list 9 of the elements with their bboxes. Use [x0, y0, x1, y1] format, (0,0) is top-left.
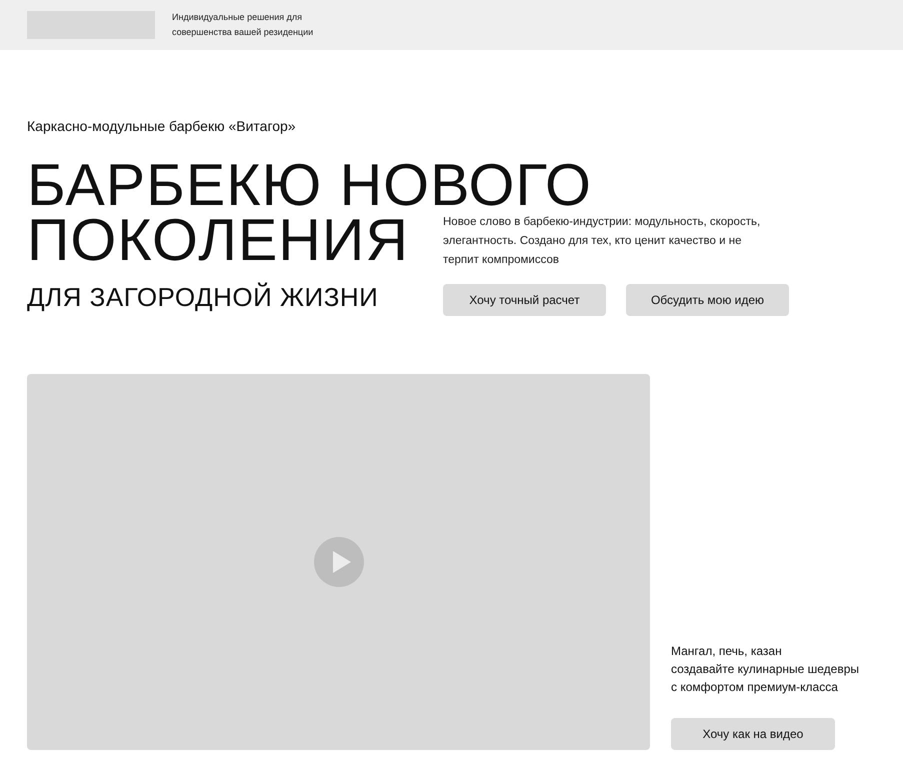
hero-subtitle: ДЛЯ ЗАГОРОДНОЙ ЖИЗНИ — [27, 282, 380, 312]
cta-button[interactable]: Обсудить мою идею — [626, 284, 789, 316]
cta-button[interactable]: Хочу точный расчет — [443, 284, 606, 316]
video-caption: Мангал, печь, казан создавайте кулинарные шедевры с комфортом премиум-класса — [671, 643, 860, 696]
play-icon[interactable] — [314, 537, 364, 587]
eyebrow-text: Каркасно-модульные барбекю «Витагор» — [27, 118, 297, 134]
header-tagline: Индивидуальные решения для совершенства вашей резиденции — [172, 11, 314, 39]
video-cta-button[interactable]: Хочу как на видео — [671, 718, 835, 750]
hero-description: Новое слово в барбекю-индустрии: модульность, скорость, элегантность. Создано для тех, кто ценит качество и не терпит компромиссов — [443, 215, 762, 268]
